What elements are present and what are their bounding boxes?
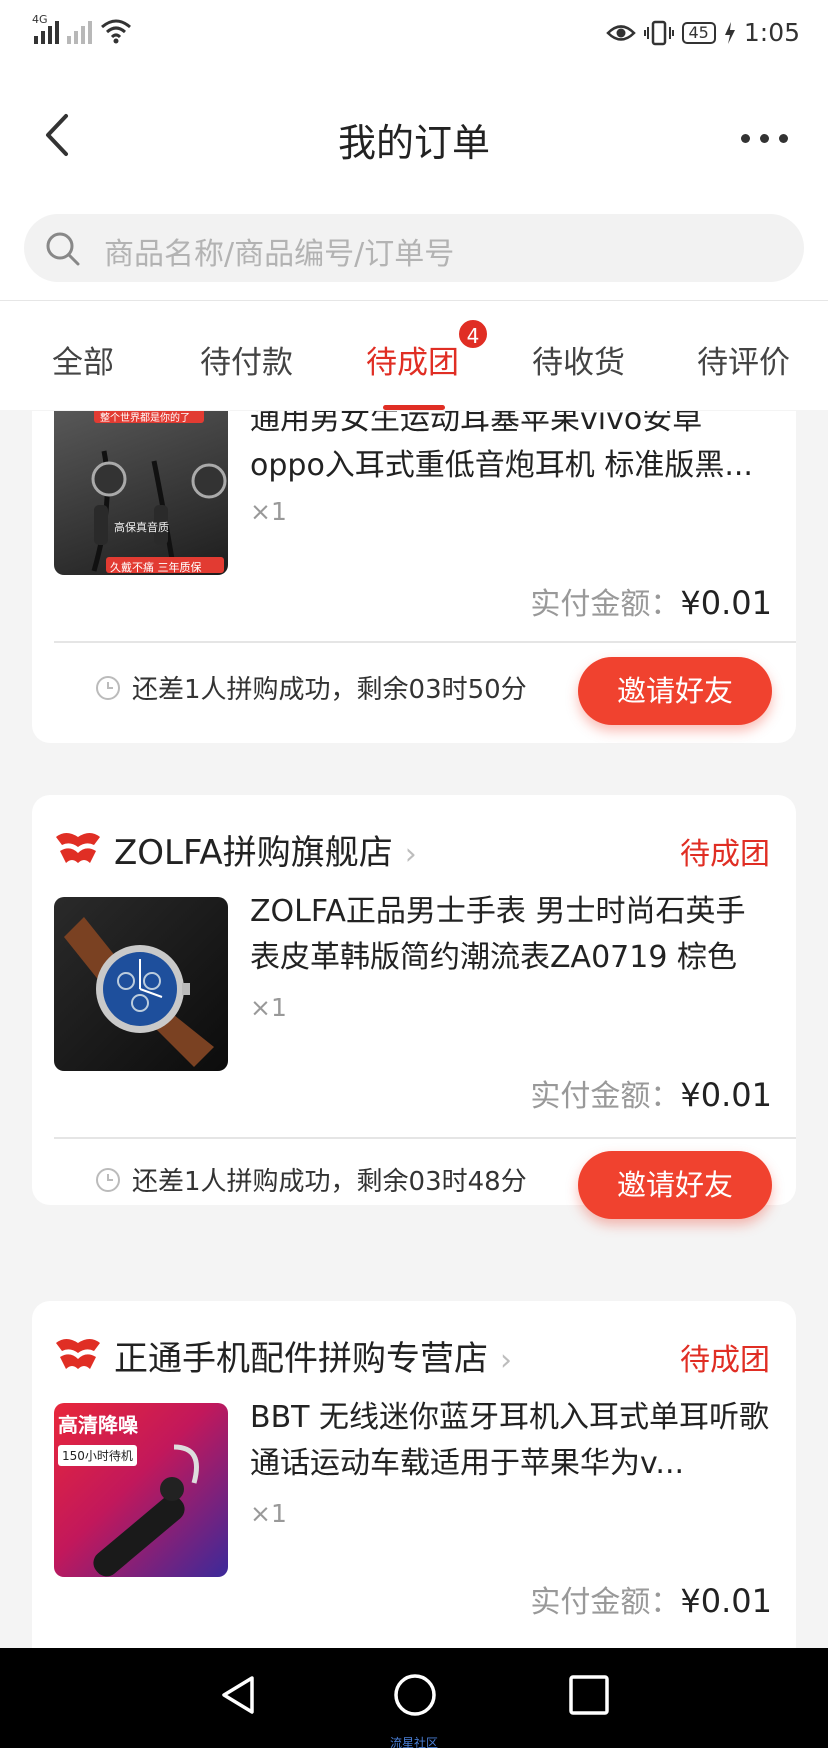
- search-input[interactable]: 商品名称/商品编号/订单号: [24, 214, 804, 282]
- product-title[interactable]: ZOLFA正品男士手表 男士时尚石英手表皮革韩版简约潮流表ZA0719 棕色: [250, 889, 772, 981]
- nav-recents-icon[interactable]: [566, 1672, 612, 1718]
- card-divider: [54, 1137, 796, 1139]
- product-image-earphones[interactable]: 整个世界都是你的了 高保真音质 久戴不痛 三年质保: [54, 411, 228, 575]
- tab-pending-payment[interactable]: 待付款: [200, 337, 293, 382]
- thumb-caption-2: 150小时待机: [58, 1445, 137, 1466]
- cell-signal-icon: 4G: [32, 13, 59, 44]
- vibrate-icon: [643, 20, 674, 45]
- order-card: ZOLFA拼购旗舰店 › 待成团 ZOLFA正品男士手表 男士时尚石英手表皮革韩版…: [32, 795, 796, 1219]
- status-right: 45 1:05: [605, 18, 800, 47]
- paid-value: ¥0.01: [680, 1582, 772, 1620]
- order-card: 整个世界都是你的了 高保真音质 久戴不痛 三年质保 通用男女生运动耳塞苹果viv…: [32, 411, 796, 743]
- paid-label: 实付金额：: [530, 1079, 681, 1114]
- product-image-watch[interactable]: [54, 897, 228, 1071]
- store-name-text: 正通手机配件拼购专营店: [114, 1339, 488, 1379]
- store-name[interactable]: ZOLFA拼购旗舰店 ›: [114, 825, 417, 874]
- thumb-caption-top: 整个世界都是你的了: [100, 413, 190, 424]
- tab-pending-review[interactable]: 待评价: [697, 337, 790, 382]
- clock: 1:05: [743, 18, 800, 47]
- store-name-text: ZOLFA拼购旗舰店: [114, 833, 393, 873]
- clock-icon: [96, 675, 120, 700]
- clock-icon: [96, 1167, 120, 1192]
- order-status: 待成团: [680, 837, 770, 872]
- order-list: 整个世界都是你的了 高保真音质 久戴不痛 三年质保 通用男女生运动耳塞苹果viv…: [0, 411, 828, 1648]
- eye-icon: [605, 24, 636, 41]
- paid-amount: 实付金额：¥0.01: [530, 1071, 772, 1115]
- system-nav-bar: 流星社区: [0, 1648, 828, 1748]
- product-qty: ×1: [250, 497, 287, 526]
- cell-signal-2-icon: [67, 21, 92, 44]
- chevron-right-icon: ›: [500, 1343, 512, 1378]
- search-placeholder: 商品名称/商品编号/订单号: [104, 237, 455, 272]
- countdown-text: 还差1人拼购成功，剩余03时48分: [132, 1167, 527, 1197]
- paid-value: ¥0.01: [680, 584, 772, 622]
- watch-graphic: [64, 917, 214, 1067]
- product-title[interactable]: BBT 无线迷你蓝牙耳机入耳式单耳听歌通话运动车载适用于苹果华为v...: [250, 1395, 772, 1487]
- invite-friends-button[interactable]: 邀请好友: [578, 1151, 772, 1219]
- status-bar: 4G 45 1:05: [0, 0, 828, 70]
- paid-amount: 实付金额：¥0.01: [530, 1577, 772, 1621]
- search-section: 商品名称/商品编号/订单号: [0, 200, 828, 300]
- countdown-text: 还差1人拼购成功，剩余03时50分: [132, 675, 527, 705]
- store-logo-icon: [56, 1339, 100, 1369]
- store-name[interactable]: 正通手机配件拼购专营店 ›: [114, 1331, 512, 1380]
- tab-all[interactable]: 全部: [52, 337, 114, 382]
- more-options-icon[interactable]: [741, 134, 788, 143]
- group-countdown: 还差1人拼购成功，剩余03时50分: [94, 669, 527, 706]
- order-card: 正通手机配件拼购专营店 › 待成团 高清降噪 150小时待机 BBT 无线迷你蓝牙…: [32, 1301, 796, 1648]
- tab-pending-group[interactable]: 待成团: [366, 337, 459, 382]
- store-logo-icon: [56, 833, 100, 863]
- store-row[interactable]: 正通手机配件拼购专营店 › 待成团: [54, 1331, 774, 1379]
- paid-label: 实付金额：: [530, 1585, 681, 1620]
- network-tag: 4G: [32, 13, 48, 26]
- order-status: 待成团: [680, 1343, 770, 1378]
- store-row[interactable]: ZOLFA拼购旗舰店 › 待成团: [54, 825, 774, 873]
- nav-home-icon[interactable]: [392, 1672, 438, 1718]
- charging-icon: [724, 21, 735, 44]
- paid-value: ¥0.01: [680, 1076, 772, 1114]
- order-tabs: 全部 待付款 待成团 待收货 待评价: [0, 300, 828, 410]
- app-header: 我的订单: [0, 70, 828, 200]
- tab-badge: 4: [457, 318, 489, 350]
- product-qty: ×1: [250, 993, 287, 1022]
- chevron-right-icon: ›: [404, 837, 417, 872]
- thumb-caption-1: 高清降噪: [58, 1413, 138, 1437]
- tab-pending-receipt[interactable]: 待收货: [532, 337, 625, 382]
- group-countdown: 还差1人拼购成功，剩余03时48分: [94, 1161, 527, 1198]
- invite-friends-button[interactable]: 邀请好友: [578, 657, 772, 725]
- thumb-caption-bottom: 久戴不痛 三年质保: [110, 561, 202, 574]
- product-qty: ×1: [250, 1499, 287, 1528]
- battery-indicator: 45: [681, 21, 716, 44]
- active-tab-indicator: [383, 405, 445, 410]
- search-icon: [46, 232, 80, 266]
- wifi-icon: [101, 19, 131, 44]
- page-title: 我的订单: [337, 121, 490, 165]
- card-divider: [54, 641, 796, 643]
- nav-back-icon[interactable]: [216, 1672, 262, 1718]
- paid-label: 实付金额：: [530, 587, 681, 622]
- product-title[interactable]: 通用男女生运动耳塞苹果vivo安卓oppo入耳式重低音炮耳机 标准版黑...: [250, 411, 772, 489]
- product-image-bluetooth-earpiece[interactable]: 高清降噪 150小时待机: [54, 1403, 228, 1577]
- earphones-graphic: [91, 411, 227, 573]
- thumb-caption-mid: 高保真音质: [114, 521, 169, 534]
- watermark: 流星社区: [389, 1736, 438, 1748]
- paid-amount: 实付金额：¥0.01: [530, 579, 772, 623]
- status-left: 4G: [32, 13, 132, 44]
